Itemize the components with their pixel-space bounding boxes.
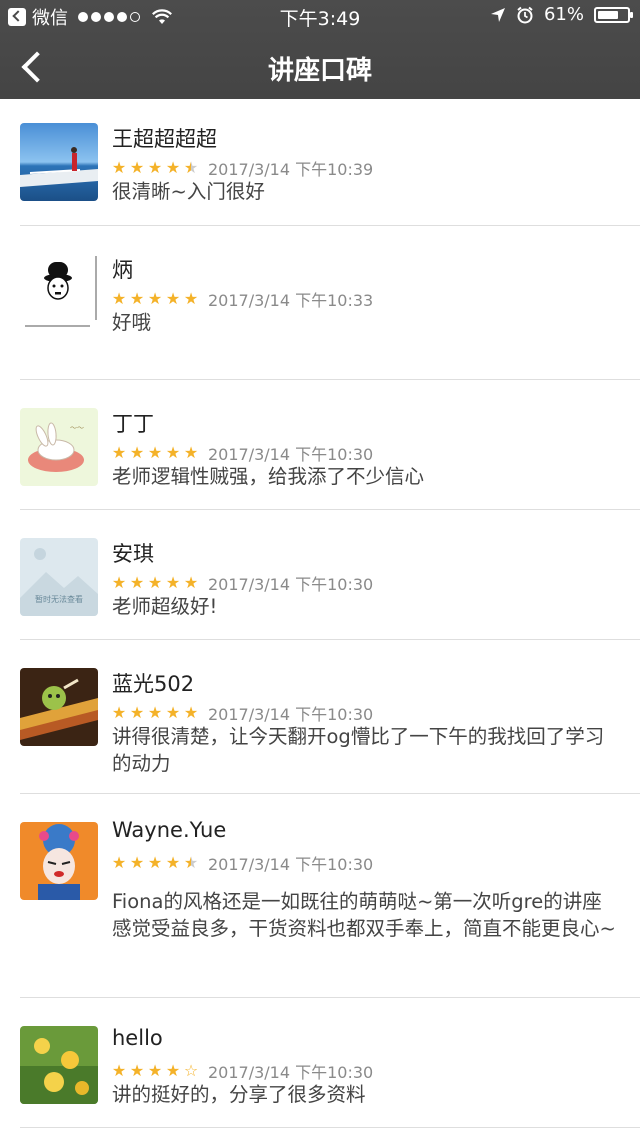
star-icon: ★ xyxy=(129,443,145,462)
star-rating: ★ ★ ★ ★ ★ xyxy=(111,160,199,176)
star-icon: ★ xyxy=(111,289,127,308)
star-icon: ★ xyxy=(165,289,181,308)
star-icon: ★ xyxy=(183,289,199,308)
star-icon: ★ xyxy=(183,443,199,462)
review-text: 老师超级好! xyxy=(112,595,218,618)
star-icon: ★ xyxy=(129,289,145,308)
review-date: 2017/3/14 下午10:30 xyxy=(208,1063,374,1082)
review-date: 2017/3/14 下午10:30 xyxy=(208,855,374,874)
reviewer-name: 炳 xyxy=(112,258,133,282)
avatar[interactable]: 暂时无法查看 xyxy=(20,538,98,616)
star-rating: ★ ★ ★ ★ ★ xyxy=(111,705,199,721)
review-text: 讲得很清楚，让今天翻开og懵比了一下午的我找回了学习的动力 xyxy=(112,725,605,775)
review-item[interactable]: ～～ 丁丁 ★ ★ ★ ★ ★ 2017/3/14 下午10:30 老师逻辑性贼强，给我… xyxy=(0,380,640,510)
rating-row: ★ ★ ★ ★ ★ 2017/3/14 下午10:33 xyxy=(111,287,373,311)
star-icon: ★ xyxy=(147,1061,163,1080)
star-icon: ★ xyxy=(147,703,163,722)
star-icon: ★ xyxy=(183,703,199,722)
review-item[interactable]: 王超超超超 ★ ★ ★ ★ ★ 2017/3/14 下午10:39 很清晰~入门很好 xyxy=(0,99,640,226)
rating-row: ★ ★ ★ ★ ☆ 2017/3/14 下午10:30 xyxy=(111,1059,373,1083)
rating-row: ★ ★ ★ ★ ★ 2017/3/14 下午10:30 xyxy=(111,701,373,725)
star-icon: ★ xyxy=(111,703,127,722)
rating-row: ★ ★ ★ ★ ★ 2017/3/14 下午10:30 xyxy=(111,571,373,595)
star-icon: ★ xyxy=(165,443,181,462)
half-star-icon: ★ xyxy=(183,853,199,872)
star-icon: ★ xyxy=(165,853,181,872)
reviewer-name: hello xyxy=(112,1026,163,1050)
star-rating: ★ ★ ★ ★ ☆ xyxy=(111,1063,199,1079)
review-text: Fiona的风格还是一如既往的萌萌哒~第一次听gre的讲座感觉受益良多，干货资料… xyxy=(112,890,616,940)
review-text: 好哦 xyxy=(112,311,152,334)
review-item[interactable]: 暂时无法查看 安琪 ★ ★ ★ ★ ★ 2017/3/14 下午10:30 老师超级好! xyxy=(0,510,640,640)
reviewer-name: 丁丁 xyxy=(112,412,154,436)
reviewer-name: 王超超超超 xyxy=(112,127,217,151)
star-rating: ★ ★ ★ ★ ★ xyxy=(111,445,199,461)
reviewer-name: 蓝光502 xyxy=(112,672,195,696)
review-list: 王超超超超 ★ ★ ★ ★ ★ 2017/3/14 下午10:39 很清晰~入门很好 炳 xyxy=(0,99,640,1128)
star-rating: ★ ★ ★ ★ ★ xyxy=(111,855,199,871)
star-icon: ★ xyxy=(165,1061,181,1080)
status-right: 61% xyxy=(490,4,633,25)
star-icon: ★ xyxy=(165,573,181,592)
avatar[interactable] xyxy=(20,254,98,332)
rating-row: ★ ★ ★ ★ ★ 2017/3/14 下午10:30 xyxy=(111,441,373,465)
page-title: 讲座口碑 xyxy=(267,56,372,86)
reviewer-name: 安琪 xyxy=(112,542,154,566)
review-date: 2017/3/14 下午10:30 xyxy=(208,705,374,724)
review-item[interactable]: 蓝光502 ★ ★ ★ ★ ★ 2017/3/14 下午10:30 讲得很清楚，让今天翻… xyxy=(0,640,640,794)
review-item[interactable]: 炳 ★ ★ ★ ★ ★ 2017/3/14 下午10:33 好哦 xyxy=(0,226,640,380)
divider xyxy=(20,1127,640,1128)
review-date: 2017/3/14 下午10:33 xyxy=(208,291,374,310)
status-bar: 微信 下午3:49 61% xyxy=(0,0,640,32)
star-icon: ★ xyxy=(165,158,181,177)
half-star-icon: ★ xyxy=(183,158,199,177)
avatar[interactable] xyxy=(20,1026,98,1104)
star-icon: ★ xyxy=(129,1061,145,1080)
review-item[interactable]: Wayne.Yue ★ ★ ★ ★ ★ 2017/3/14 下午10:30 Fiona的… xyxy=(0,794,640,998)
star-icon: ★ xyxy=(147,158,163,177)
review-date: 2017/3/14 下午10:30 xyxy=(208,445,374,464)
svg-text:～～: ～～ xyxy=(70,424,84,432)
review-text: 老师逻辑性贼强，给我添了不少信心 xyxy=(112,465,425,488)
avatar[interactable] xyxy=(20,123,98,201)
rating-row: ★ ★ ★ ★ ★ 2017/3/14 下午10:30 xyxy=(111,851,373,875)
location-arrow-icon xyxy=(490,7,505,22)
star-icon: ★ xyxy=(111,1061,127,1080)
battery-percent: 61% xyxy=(543,4,584,25)
star-rating: ★ ★ ★ ★ ★ xyxy=(111,575,199,591)
review-date: 2017/3/14 下午10:39 xyxy=(208,160,374,179)
star-icon: ★ xyxy=(129,573,145,592)
alarm-icon xyxy=(517,6,533,23)
empty-star-icon: ☆ xyxy=(183,1061,199,1080)
star-icon: ★ xyxy=(129,853,145,872)
battery-icon xyxy=(594,6,633,23)
star-rating: ★ ★ ★ ★ ★ xyxy=(111,291,199,307)
star-icon: ★ xyxy=(147,289,163,308)
star-icon: ★ xyxy=(111,443,127,462)
star-icon: ★ xyxy=(129,703,145,722)
avatar[interactable] xyxy=(20,668,98,746)
avatar[interactable] xyxy=(20,822,98,900)
review-date: 2017/3/14 下午10:30 xyxy=(208,575,374,594)
review-text: 很清晰~入门很好 xyxy=(112,180,265,203)
star-icon: ★ xyxy=(111,853,127,872)
star-icon: ★ xyxy=(111,573,127,592)
top-bar: 微信 下午3:49 61% 讲座口碑 xyxy=(0,0,640,99)
reviewer-name: Wayne.Yue xyxy=(112,818,227,842)
nav-bar: 讲座口碑 xyxy=(0,32,640,99)
review-text: 讲的挺好的，分享了很多资料 xyxy=(112,1083,366,1106)
star-icon: ★ xyxy=(147,853,163,872)
review-item[interactable]: hello ★ ★ ★ ★ ☆ 2017/3/14 下午10:30 讲的挺好的，分享了很… xyxy=(0,998,640,1128)
star-icon: ★ xyxy=(165,703,181,722)
rating-row: ★ ★ ★ ★ ★ 2017/3/14 下午10:39 xyxy=(111,156,373,180)
star-icon: ★ xyxy=(111,158,127,177)
star-icon: ★ xyxy=(147,443,163,462)
star-icon: ★ xyxy=(183,573,199,592)
star-icon: ★ xyxy=(147,573,163,592)
avatar-caption: 暂时无法查看 xyxy=(35,594,83,604)
avatar[interactable]: ～～ xyxy=(20,408,98,486)
star-icon: ★ xyxy=(129,158,145,177)
